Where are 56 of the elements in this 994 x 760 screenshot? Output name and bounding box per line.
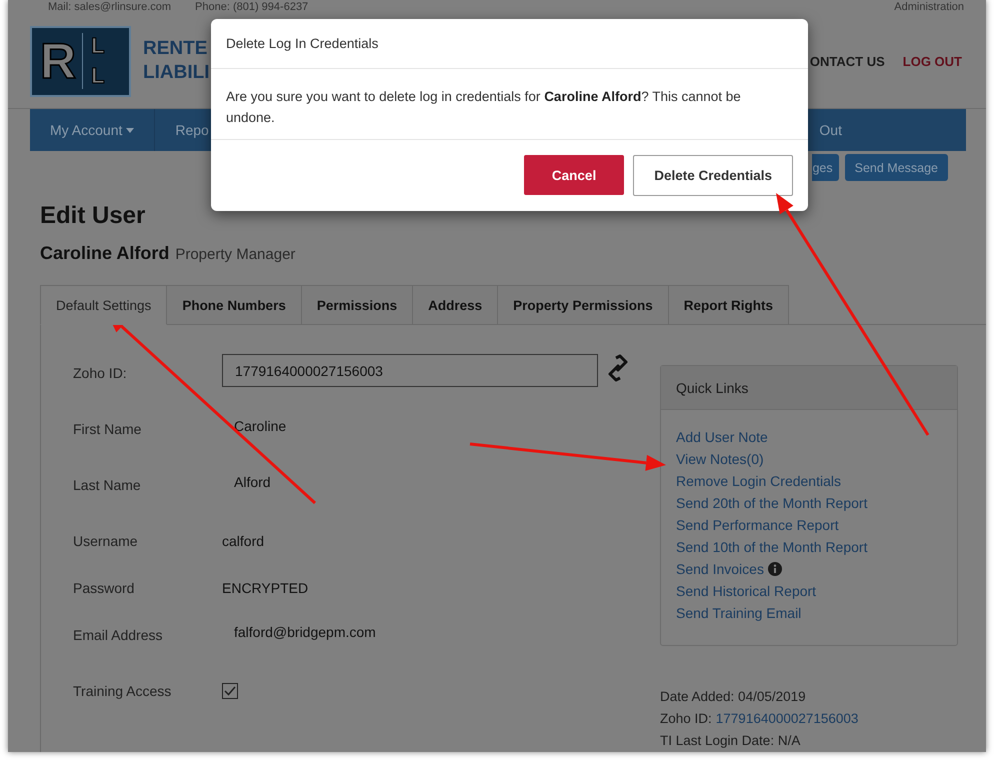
zoho-id-link[interactable]: 1779164000027156003 (716, 708, 858, 730)
quick-link[interactable]: Send 20th of the Month Report (676, 492, 868, 514)
field-label: Email Address (73, 627, 164, 643)
field-label: Username (73, 533, 139, 549)
quick-link[interactable]: Send Performance Report (676, 514, 839, 536)
logo-letter: L (91, 33, 105, 59)
quick-link[interactable]: Send Training Email (676, 602, 802, 624)
tab[interactable]: Property Permissions (498, 285, 669, 325)
user-role: Property Manager (175, 246, 296, 263)
mail-text: Mail: sales@rlinsure.com (48, 1, 172, 13)
detail-text: Zoho ID: (660, 710, 712, 728)
quick-link[interactable]: View Notes(0) (676, 448, 764, 470)
zoho-id-field[interactable]: 1779164000027156003 (222, 354, 598, 387)
detail-text: TI Last Login Date: N/A (660, 732, 800, 750)
phone-text: Phone: (801) 994-6237 (195, 1, 308, 13)
tab[interactable]: Phone Numbers (167, 285, 302, 325)
logout-link[interactable]: LOG OUT (902, 54, 962, 68)
logo-text: LIABILI (143, 61, 210, 85)
nav-item[interactable]: Out (817, 109, 856, 151)
user-name: Caroline Alford (40, 243, 170, 264)
quick-link[interactable]: Send Invoices (676, 558, 764, 580)
field-label: Last Name (73, 477, 142, 493)
tab[interactable]: Report Rights (668, 285, 789, 325)
logo-letter: L (91, 63, 105, 89)
field-label: First Name (73, 421, 142, 437)
field-value: calford (222, 533, 266, 549)
logo-letter: R (40, 32, 76, 90)
field-label: Training Access (73, 683, 172, 699)
send-message-button[interactable]: Send Message (844, 154, 948, 181)
field-label: Zoho ID: (73, 365, 128, 381)
quick-link[interactable]: Send Historical Report (676, 580, 816, 602)
field-label: Password (73, 580, 136, 596)
field-value: ENCRYPTED (222, 580, 310, 596)
tab[interactable]: Default Settings (40, 285, 168, 325)
text-field[interactable]: Alford (222, 474, 627, 490)
quick-link[interactable]: Add User Note (676, 426, 768, 448)
info-icon[interactable] (768, 562, 782, 576)
quick-link[interactable]: Remove Login Credentials (676, 470, 841, 492)
link-icon[interactable] (606, 354, 630, 382)
messages-button[interactable]: ges (812, 154, 839, 181)
checkbox[interactable] (222, 683, 238, 699)
text-field[interactable]: falford@bridgepm.com (222, 624, 627, 640)
cancel-button[interactable]: Cancel (524, 155, 624, 195)
text-field[interactable]: Caroline (222, 418, 627, 434)
delete-credentials-button[interactable]: Delete Credentials (633, 155, 793, 196)
nav-item[interactable]: My Account (30, 109, 156, 151)
tab[interactable]: Address (413, 285, 498, 325)
dialog-title: Delete Log In Credentials (226, 36, 378, 51)
administration-link[interactable]: Administration (894, 1, 964, 13)
logo-text: RENTE (143, 37, 208, 61)
quick-link[interactable]: Send 10th of the Month Report (676, 536, 868, 558)
contact-link[interactable]: ONTACT US (810, 54, 885, 68)
detail-text: Date Added: 04/05/2019 (660, 688, 806, 706)
page-title: Edit User (40, 201, 146, 231)
tab[interactable]: Permissions (302, 285, 414, 325)
panel-title: Quick Links (676, 380, 748, 396)
